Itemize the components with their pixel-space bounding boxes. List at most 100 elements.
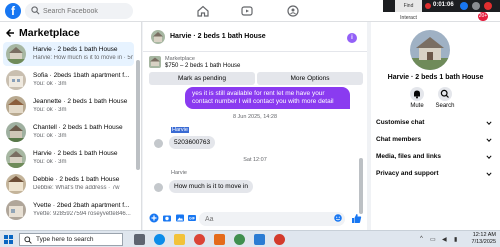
chat-header: Harvie · 2 beds 1 bath House i — [143, 22, 367, 52]
message-timestamp: Sat 12:07 — [243, 157, 267, 163]
sidebar-scrollbar[interactable] — [136, 60, 140, 170]
plus-icon[interactable] — [149, 213, 159, 223]
chat-title[interactable]: Harvie · 2 beds 1 bath House — [170, 33, 266, 40]
item-title: Harvie · 2 beds 1 bath House — [33, 46, 118, 53]
item-subtitle: You: ok · 3m — [33, 133, 67, 139]
notification-badge[interactable]: 20+ — [478, 12, 488, 21]
page-title: Marketplace — [19, 27, 80, 39]
media-files-links-section[interactable]: Media, files and links — [376, 151, 494, 163]
recorder-panel[interactable]: Find Interact — [395, 0, 422, 21]
incoming-message[interactable]: How much is it to move in — [169, 180, 254, 193]
taskbar-search[interactable]: Type here to search — [19, 233, 123, 246]
listing-thumbnail — [6, 122, 26, 142]
task-view-icon[interactable] — [134, 234, 145, 245]
edge-icon[interactable] — [154, 234, 165, 245]
app-icon[interactable] — [234, 234, 245, 245]
facebook-search[interactable] — [25, 3, 133, 19]
conversation-item[interactable]: Chantell · 2 beds 1 bath House You: ok ·… — [3, 120, 134, 144]
word-icon[interactable] — [254, 234, 265, 245]
image-icon[interactable] — [175, 213, 185, 223]
item-title: Harvie · 2 beds 1 bath House — [33, 150, 118, 157]
chat-members-section[interactable]: Chat members — [376, 134, 494, 146]
chevron-down-icon — [486, 121, 492, 125]
chevron-down-icon — [486, 172, 492, 176]
incoming-message[interactable]: 5203600763 — [169, 136, 216, 149]
search-label: Search — [435, 103, 455, 109]
sender-name: Harvie — [171, 170, 187, 176]
conversation-item[interactable]: Sofia · 2beds 1bath apartment f... You: … — [3, 68, 134, 92]
item-title: Yvette · 2bed 2bath apartment f... — [33, 202, 130, 209]
search-input[interactable] — [43, 5, 129, 17]
listing-thumbnail — [6, 148, 26, 168]
message-input[interactable] — [199, 212, 345, 226]
marketplace-sidebar: Marketplace Harvie · 2 beds 1 bath House… — [0, 22, 142, 230]
listing-thumbnail[interactable] — [149, 56, 161, 68]
back-arrow-icon[interactable] — [6, 28, 15, 38]
item-title: Chantell · 2 beds 1 bath House — [33, 124, 123, 131]
outgoing-message[interactable]: yes it is still available for rent let m… — [185, 87, 350, 109]
app-icon[interactable] — [274, 234, 285, 245]
chrome-icon[interactable] — [194, 234, 205, 245]
conversation-item[interactable]: Harvie · 2 beds 1 bath House Harvie: How… — [3, 42, 134, 66]
record-dot-icon — [425, 3, 431, 9]
search-icon — [31, 6, 40, 15]
conversation-item[interactable]: Jeannette · 2 beds 1 bath House You: ok … — [3, 94, 134, 118]
taskbar-search-text: Type here to search — [36, 236, 94, 243]
conversation-item[interactable]: Debbie · 2 beds 1 bath House Debbie: Wha… — [3, 172, 134, 196]
avatar[interactable] — [154, 183, 163, 192]
mark-as-pending-button[interactable]: Mark as pending — [149, 72, 255, 85]
gif-icon[interactable]: GIF — [187, 213, 197, 223]
more-options-button[interactable]: More Options — [257, 72, 363, 85]
conversation-name: Harvie · 2 beds 1 bath House — [387, 74, 484, 81]
chat-scrollbar[interactable] — [359, 158, 363, 214]
chevron-up-icon[interactable]: ^ — [420, 236, 423, 242]
listing-thumbnail — [6, 174, 26, 194]
item-subtitle: Debbie: What's the address · 7w — [33, 185, 120, 191]
item-title: Sofia · 2beds 1bath apartment f... — [33, 72, 130, 79]
conversation-item[interactable]: Yvette · 2bed 2bath apartment f... Yvett… — [3, 198, 134, 222]
recorder-pause-icon[interactable] — [460, 2, 468, 10]
system-clock[interactable]: 12:12 AM 7/13/2025 — [466, 232, 496, 246]
info-icon[interactable]: i — [347, 33, 357, 43]
message-timestamp: 8 Jun 2025, 14:28 — [232, 114, 278, 120]
emoji-icon[interactable] — [333, 213, 343, 223]
volume-icon[interactable]: ◀ — [442, 236, 447, 243]
mute-label: Mute — [410, 103, 424, 109]
file-explorer-icon[interactable] — [174, 234, 185, 245]
groups-icon[interactable] — [286, 4, 300, 18]
privacy-support-section[interactable]: Privacy and support — [376, 168, 494, 180]
avatar[interactable] — [154, 139, 163, 148]
item-title: Jeannette · 2 beds 1 bath House — [33, 98, 128, 105]
thumbs-up-icon[interactable] — [351, 213, 362, 224]
listing-thumbnail — [6, 70, 26, 90]
network-icon[interactable]: ▭ — [430, 236, 436, 243]
mute-button[interactable]: Mute — [406, 87, 428, 115]
video-icon[interactable] — [240, 4, 254, 18]
section-label: Privacy and support — [376, 170, 439, 177]
avatar[interactable] — [410, 30, 450, 70]
recorder-settings-icon[interactable] — [472, 2, 480, 10]
chevron-down-icon — [486, 138, 492, 142]
clock-date: 7/13/2025 — [471, 239, 496, 245]
conversation-details-panel: Harvie · 2 beds 1 bath House Mute Search… — [371, 22, 500, 230]
windows-taskbar: Type here to search ^ ▭ ◀ ▮ 12:12 AM 7/1… — [0, 230, 500, 247]
top-bar: f Find Interact 0:01:06 20+ — [0, 0, 500, 22]
search-in-chat-button[interactable]: Search — [434, 87, 456, 115]
recorder-app-icon[interactable] — [214, 234, 225, 245]
home-icon[interactable] — [196, 4, 210, 18]
camera-icon[interactable] — [162, 213, 172, 223]
windows-start-icon[interactable] — [4, 235, 13, 244]
search-icon — [438, 87, 452, 101]
message-composer: GIF — [143, 208, 367, 230]
battery-icon[interactable]: ▮ — [454, 236, 457, 243]
bell-icon — [410, 87, 424, 101]
svg-text:GIF: GIF — [189, 217, 196, 221]
listing-price[interactable]: $750 – 2 beds 1 bath House — [165, 63, 240, 69]
recorder-stop-icon[interactable] — [484, 2, 492, 10]
customise-chat-section[interactable]: Customise chat — [376, 117, 494, 129]
chat-panel: Harvie · 2 beds 1 bath House i Marketpla… — [143, 22, 367, 230]
conversation-item[interactable]: Harvie · 2 beds 1 bath House You: ok · 3… — [3, 146, 134, 170]
item-subtitle: Yvette: 9285927594 roseyvette846... · 7w — [33, 211, 133, 217]
avatar[interactable] — [151, 30, 165, 44]
facebook-logo[interactable]: f — [5, 3, 21, 19]
